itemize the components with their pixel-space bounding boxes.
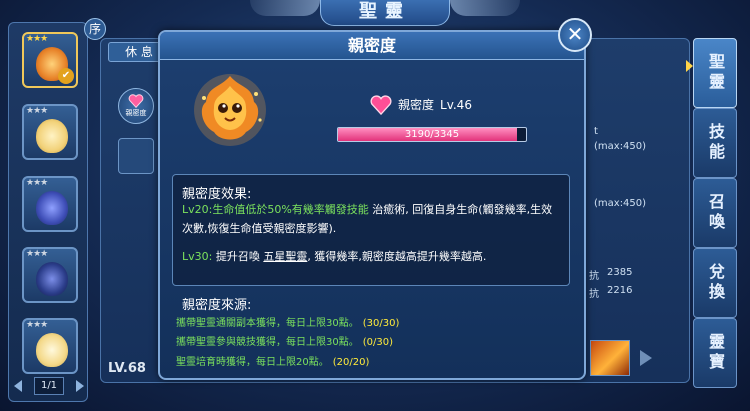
source-progress: (30/30) (362, 318, 400, 329)
effect-lv20: Lv20:生命值低於50%有幾率觸發技能 治癒術, 回復自身生命(觸發幾率,生效… (182, 200, 560, 238)
game-scene: 聖靈 序 ★★★ ✔ ★★★ ★★★ ★★★ ★★★ 1/1 休 息 親密度 L… (0, 0, 750, 411)
source-progress: (20/20) (332, 357, 370, 368)
source-text: 聖靈培育時獲得，每日上限20點。 (176, 357, 329, 368)
star-rating: ★★★ (26, 320, 48, 330)
page-indicator: 1/1 (34, 377, 64, 395)
pet-slot-1[interactable]: ★★★ ✔ (22, 32, 78, 88)
source-item: 攜帶聖靈參與競技獲得，每日上限30點。 (0/30) (176, 333, 393, 348)
star-rating: ★★★ (26, 249, 48, 259)
intimacy-level-label: 親密度 Lv.46 (398, 96, 472, 113)
equipment-slot[interactable] (118, 138, 154, 174)
tab-spirit[interactable]: 聖靈 (693, 38, 737, 108)
title-ornament-right (450, 0, 520, 16)
water-pet-icon (36, 191, 68, 225)
window-title: 聖靈 (320, 0, 450, 26)
effect-text: , 獲得幾率,親密度越高提升幾率越高. (307, 250, 487, 263)
intimacy-level: Lv.46 (440, 98, 472, 112)
stat-text: 抗 (589, 289, 599, 300)
effect-level: Lv30: (182, 250, 213, 263)
next-arrow-icon[interactable] (640, 350, 652, 366)
tab-summon[interactable]: 召喚 (693, 178, 737, 248)
star-rating: ★★★ (26, 178, 48, 188)
stat-value: 2216 (607, 285, 633, 296)
stat-text: 抗 (589, 271, 599, 282)
pet-slot-2[interactable]: ★★★ (22, 104, 78, 160)
effect-skill: 治癒術 (372, 203, 406, 216)
prev-page-icon[interactable] (14, 380, 22, 392)
effect-lv30: Lv30: 提升召喚 五星聖靈, 獲得幾率,親密度越高提升幾率越高. (182, 247, 560, 266)
progress-text: 3190/3345 (404, 129, 460, 140)
tab-skill[interactable]: 技能 (693, 108, 737, 178)
intimacy-label: 親密度 (398, 98, 435, 112)
dark-pet-icon (36, 262, 68, 296)
intimacy-progress-bar: 3190/3345 (337, 127, 527, 142)
stat-text: (max:450) (594, 198, 647, 209)
star-rating: ★★★ (26, 106, 48, 116)
skill-thumbnail[interactable] (590, 340, 630, 376)
pet-slot-5[interactable]: ★★★ (22, 318, 78, 374)
active-tab-marker-icon (686, 60, 693, 72)
fire-spirit-portrait (194, 74, 266, 146)
sources-title: 親密度來源: (182, 298, 252, 313)
source-item: 聖靈培育時獲得，每日上限20點。 (20/20) (176, 353, 369, 368)
intimacy-button-label: 親密度 (125, 109, 147, 117)
effect-skill: 五星聖靈 (263, 250, 308, 263)
title-ornament-left (250, 0, 320, 16)
dialog-title: 親密度 (160, 32, 584, 60)
pet-slot-3[interactable]: ★★★ (22, 176, 78, 232)
star-rating: ★★★ (26, 34, 48, 44)
stat-text: t (594, 126, 598, 137)
heart-icon (370, 95, 392, 115)
source-text: 攜帶聖靈通關副本獲得，每日上限30點。 (176, 318, 359, 329)
source-item: 攜帶聖靈通關副本獲得，每日上限30點。 (30/30) (176, 314, 399, 329)
source-progress: (0/30) (362, 337, 393, 348)
heart-icon (128, 94, 144, 108)
next-page-icon[interactable] (76, 380, 84, 392)
sort-button[interactable]: 序 (84, 18, 106, 40)
angel-pet-icon (36, 333, 68, 367)
pet-slot-4[interactable]: ★★★ (22, 247, 78, 303)
effect-text: 生命值低於50%有幾率觸發技能 (212, 203, 373, 216)
source-text: 攜帶聖靈參與競技獲得，每日上限30點。 (176, 337, 359, 348)
spirit-level: LV.68 (108, 361, 146, 376)
effect-text: 提升召喚 (212, 250, 264, 263)
tab-exchange[interactable]: 兌換 (693, 248, 737, 318)
close-icon: ✕ (566, 22, 584, 46)
tab-treasure[interactable]: 靈寶 (693, 318, 737, 388)
effect-level: Lv20: (182, 203, 213, 216)
pet-list-pager: 1/1 (14, 377, 84, 395)
stat-value: 2385 (607, 267, 633, 278)
close-button[interactable]: ✕ (558, 18, 592, 52)
deer-pet-icon (36, 119, 68, 153)
stat-text: (max:450) (594, 141, 647, 152)
check-icon: ✔ (58, 68, 74, 84)
